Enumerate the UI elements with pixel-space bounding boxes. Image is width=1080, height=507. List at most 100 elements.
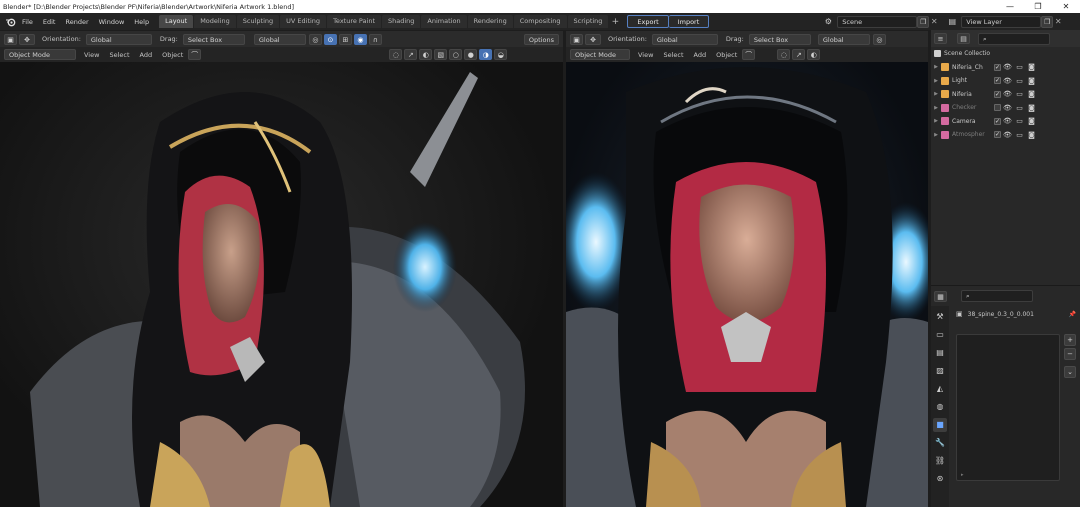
pivot-icon[interactable]: ◎ xyxy=(308,33,322,45)
minimize-button[interactable]: — xyxy=(996,0,1024,13)
outliner-item[interactable]: ▶ Niferia_Ch ✓ 👁 ▭ ◙ xyxy=(931,61,1080,75)
transform-gizmo-icon-right[interactable]: ✥ xyxy=(585,33,601,45)
view-object-types-icon-right[interactable]: ◌ xyxy=(777,49,791,60)
menu-select-right[interactable]: Select xyxy=(663,51,683,59)
overlay-icon[interactable]: ◐ xyxy=(419,49,433,60)
view-layer-tab-icon[interactable]: ▨ xyxy=(933,364,947,378)
menu-add[interactable]: Add xyxy=(140,51,153,59)
transform-orientation-dropdown[interactable]: Global xyxy=(253,33,306,45)
maximize-button[interactable]: ❐ xyxy=(1024,0,1052,13)
close-button[interactable]: ✕ xyxy=(1052,0,1080,13)
outliner-editor-icon[interactable]: ≡ xyxy=(934,33,947,44)
exclude-checkbox[interactable] xyxy=(994,104,1001,112)
menu-edit[interactable]: Edit xyxy=(38,18,61,26)
exclude-checkbox[interactable]: ✓ xyxy=(994,117,1001,125)
tab-layout[interactable]: Layout xyxy=(159,15,194,28)
drag-dropdown[interactable]: Select Box xyxy=(182,33,245,45)
import-button[interactable]: Import xyxy=(668,15,710,28)
menu-object[interactable]: Object xyxy=(162,51,183,59)
exclude-checkbox[interactable]: ✓ xyxy=(994,90,1001,98)
outliner-search-input[interactable]: ⌕ xyxy=(978,32,1050,45)
scene-icon[interactable]: ⚙ xyxy=(819,17,837,26)
delete-scene-button[interactable]: ✕ xyxy=(929,17,939,26)
pivot-icon-right[interactable]: ◎ xyxy=(872,33,886,45)
mode-dropdown-right[interactable]: Object Mode xyxy=(570,49,630,60)
shading-solid-icon[interactable]: ● xyxy=(464,49,478,60)
view-object-types-icon[interactable]: ◌ xyxy=(389,49,403,60)
shading-wireframe-icon[interactable]: ○ xyxy=(449,49,463,60)
menu-select[interactable]: Select xyxy=(109,51,129,59)
visibility-eye-icon[interactable]: 👁 xyxy=(1003,117,1012,125)
visibility-eye-icon[interactable]: 👁 xyxy=(1003,63,1012,71)
outliner-item[interactable]: ▶ Checker 👁 ▭ ◙ xyxy=(931,101,1080,115)
tab-scripting[interactable]: Scripting xyxy=(567,15,609,28)
outliner-item[interactable]: ▶ Niferia ✓ 👁 ▭ ◙ xyxy=(931,88,1080,102)
viewport-disable-icon[interactable]: ▭ xyxy=(1015,63,1024,71)
properties-search-input[interactable]: ⌕ xyxy=(961,290,1033,302)
tab-compositing[interactable]: Compositing xyxy=(513,15,567,28)
properties-editor-icon[interactable]: ▦ xyxy=(934,290,947,302)
scene-tab-icon[interactable]: ◭ xyxy=(933,382,947,396)
modifier-tab-icon[interactable]: 🔧 xyxy=(933,436,947,450)
menu-view[interactable]: View xyxy=(84,51,99,59)
drag-dropdown-right[interactable]: Select Box xyxy=(748,33,811,45)
outliner-item[interactable]: ▶ Light ✓ 👁 ▭ ◙ xyxy=(931,74,1080,88)
outliner-item[interactable]: ▶ Atmospher ✓ 👁 ▭ ◙ xyxy=(931,128,1080,142)
snap-icon[interactable]: ⊙ xyxy=(323,33,337,45)
gizmo-icon[interactable]: ↗ xyxy=(404,49,418,60)
render-tab-icon[interactable]: ▭ xyxy=(933,328,947,342)
expand-arrow-icon[interactable]: ▶ xyxy=(931,64,941,70)
scene-collection-row[interactable]: Scene Collectio xyxy=(931,47,1080,61)
expand-arrow-icon[interactable]: ▶ xyxy=(931,118,941,124)
exclude-checkbox[interactable]: ✓ xyxy=(994,131,1001,139)
menu-render[interactable]: Render xyxy=(60,18,93,26)
tab-shading[interactable]: Shading xyxy=(382,15,421,28)
expand-arrow-icon[interactable]: ▶ xyxy=(931,105,941,111)
visibility-eye-icon[interactable]: 👁 xyxy=(1003,77,1012,85)
viewport-disable-icon[interactable]: ▭ xyxy=(1015,131,1024,139)
scene-field[interactable]: Scene xyxy=(837,15,918,28)
transform-orientation-dropdown-right[interactable]: Global xyxy=(817,33,870,45)
gizmo-icon-right[interactable]: ↗ xyxy=(792,49,806,60)
menu-object-right[interactable]: Object xyxy=(716,51,737,59)
shading-material-icon[interactable]: ◑ xyxy=(479,49,493,60)
menu-file[interactable]: File xyxy=(17,18,38,26)
material-slots-list[interactable]: ▸ xyxy=(956,334,1060,481)
remove-slot-button[interactable]: − xyxy=(1064,348,1076,360)
menu-help[interactable]: Help xyxy=(129,18,154,26)
proportional-edit-icon[interactable]: ◉ xyxy=(353,33,367,45)
display-mode-icon[interactable]: ▤ xyxy=(957,33,970,44)
menu-add-right[interactable]: Add xyxy=(694,51,707,59)
tab-texture-paint[interactable]: Texture Paint xyxy=(327,15,382,28)
export-button[interactable]: Export xyxy=(627,15,669,28)
snap-target-icon[interactable]: ⊞ xyxy=(338,33,352,45)
tab-rendering[interactable]: Rendering xyxy=(467,15,513,28)
snapping-icon[interactable]: ⌒ xyxy=(188,49,202,60)
right-3d-viewport[interactable] xyxy=(566,62,928,507)
snapping-icon-right[interactable]: ⌒ xyxy=(742,49,756,60)
orientation-dropdown-right[interactable]: Global xyxy=(651,33,718,45)
output-tab-icon[interactable]: ▤ xyxy=(933,346,947,360)
outliner-item[interactable]: ▶ Camera ✓ 👁 ▭ ◙ xyxy=(931,115,1080,129)
render-camera-icon[interactable]: ◙ xyxy=(1027,90,1036,98)
render-camera-icon[interactable]: ◙ xyxy=(1027,104,1036,112)
tab-animation[interactable]: Animation xyxy=(421,15,467,28)
tab-uv-editing[interactable]: UV Editing xyxy=(280,15,327,28)
viewport-disable-icon[interactable]: ▭ xyxy=(1015,104,1024,112)
orientation-dropdown[interactable]: Global xyxy=(85,33,152,45)
tab-sculpting[interactable]: Sculpting xyxy=(236,15,280,28)
tool-tab-icon[interactable]: ⚒ xyxy=(933,310,947,324)
editor-type-icon-right[interactable]: ▣ xyxy=(570,33,583,45)
left-3d-viewport[interactable] xyxy=(0,62,563,507)
tab-modeling[interactable]: Modeling xyxy=(194,15,236,28)
visibility-eye-icon[interactable]: 👁 xyxy=(1003,90,1012,98)
overlay-icon-right[interactable]: ◐ xyxy=(807,49,821,60)
delete-view-layer-button[interactable]: ✕ xyxy=(1053,17,1063,26)
visibility-eye-icon[interactable]: 👁 xyxy=(1003,104,1012,112)
view-layer-field[interactable]: View Layer xyxy=(961,15,1042,28)
world-tab-icon[interactable]: ◍ xyxy=(933,400,947,414)
add-slot-button[interactable]: + xyxy=(1064,334,1076,346)
exclude-checkbox[interactable]: ✓ xyxy=(994,77,1001,85)
object-tab-icon[interactable]: ■ xyxy=(933,418,947,432)
expand-arrow-icon[interactable]: ▶ xyxy=(931,132,941,138)
